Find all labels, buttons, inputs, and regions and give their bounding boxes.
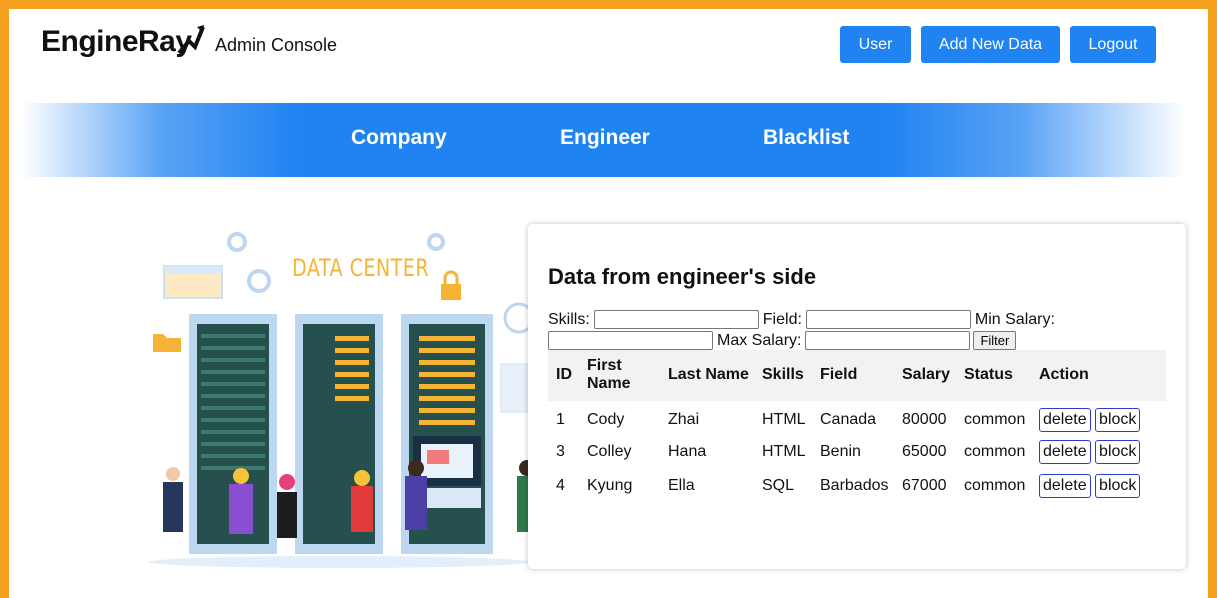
cell-last-name: Zhai [668, 410, 700, 428]
cell-action: delete block [1031, 401, 1166, 435]
col-last-name: Last Name [668, 366, 749, 383]
cell-salary: 67000 [902, 477, 947, 494]
skills-label: Skills: [548, 310, 590, 328]
nav-item-company[interactable]: Company [351, 126, 447, 150]
add-new-data-button[interactable]: Add New Data [921, 26, 1060, 63]
user-button[interactable]: User [840, 26, 911, 63]
col-id: ID [556, 366, 572, 383]
cell-field: Canada [820, 410, 877, 428]
logo-arrow-icon [177, 25, 205, 55]
filter-button[interactable]: Filter [973, 331, 1017, 350]
col-status: Status [964, 366, 1013, 383]
block-button[interactable]: block [1095, 407, 1141, 432]
min-salary-label: Min Salary: [974, 310, 1055, 328]
field-input[interactable] [805, 310, 971, 329]
nav-item-engineer[interactable]: Engineer [560, 126, 650, 150]
nav-item-blacklist[interactable]: Blacklist [763, 126, 849, 150]
logout-button[interactable]: Logout [1070, 26, 1156, 63]
page-frame: EngineRay Admin Console User Add New Dat… [0, 0, 1217, 598]
card-title: Data from engineer's side [548, 264, 817, 289]
brand-logo: EngineRay [41, 25, 192, 58]
cell-id: 3 [556, 443, 565, 460]
cell-status: common [964, 477, 1026, 494]
data-center-label: DATA CENTER [292, 254, 430, 282]
cell-first-name: Cody [587, 410, 625, 428]
block-button[interactable]: block [1095, 474, 1141, 498]
cell-salary: 65000 [902, 443, 947, 460]
cell-status: common [964, 410, 1026, 428]
cell-id: 4 [556, 477, 565, 494]
delete-button[interactable]: delete [1039, 407, 1091, 432]
cell-salary: 80000 [902, 410, 947, 428]
cell-field: Barbados [820, 477, 889, 494]
skills-input[interactable] [593, 310, 759, 329]
max-salary-input[interactable] [805, 331, 971, 350]
engineer-table: ID First Name Last Name Skills Field Sal… [548, 350, 1166, 503]
cell-skills: HTML [762, 410, 806, 428]
max-salary-label: Max Salary: [717, 331, 802, 349]
table-header-row: ID First Name Last Name Skills Field Sal… [548, 350, 1166, 401]
header: EngineRay Admin Console User Add New Dat… [9, 9, 1208, 89]
cell-action: delete block [1031, 435, 1166, 469]
cell-status: common [964, 443, 1026, 460]
cell-last-name: Ella [668, 477, 695, 494]
engineer-data-card: Data from engineer's side Skills: Field:… [528, 224, 1186, 569]
cell-skills: SQL [762, 477, 795, 494]
table-row: 4 Kyung Ella SQL Barbados 67000 common d… [548, 469, 1166, 503]
cell-skills: HTML [762, 443, 806, 460]
field-label: Field: [762, 310, 802, 328]
min-salary-input[interactable] [548, 331, 713, 350]
table-row: 1 Cody Zhai HTML Canada 80000 common del… [548, 401, 1166, 435]
delete-button[interactable]: delete [1039, 440, 1091, 464]
console-subtitle: Admin Console [215, 35, 338, 55]
cell-id: 1 [556, 410, 565, 428]
table-row: 3 Colley Hana HTML Benin 65000 common de… [548, 435, 1166, 469]
block-button[interactable]: block [1095, 440, 1141, 464]
cell-action: delete block [1031, 469, 1166, 503]
main-nav: Company Engineer Blacklist [21, 103, 1185, 177]
col-first-name: First Name [587, 357, 631, 392]
delete-button[interactable]: delete [1039, 474, 1091, 498]
cell-first-name: Colley [587, 443, 632, 460]
col-field: Field [820, 366, 858, 383]
cell-field: Benin [820, 443, 861, 460]
data-center-illustration: DATA CENTER [129, 214, 549, 574]
col-salary: Salary [902, 366, 951, 383]
col-skills: Skills [762, 366, 804, 383]
col-action: Action [1039, 366, 1089, 383]
filter-form: Skills: Field: Min Salary: Max Salary: F… [548, 309, 1168, 351]
cell-first-name: Kyung [587, 477, 633, 494]
cell-last-name: Hana [668, 443, 707, 460]
